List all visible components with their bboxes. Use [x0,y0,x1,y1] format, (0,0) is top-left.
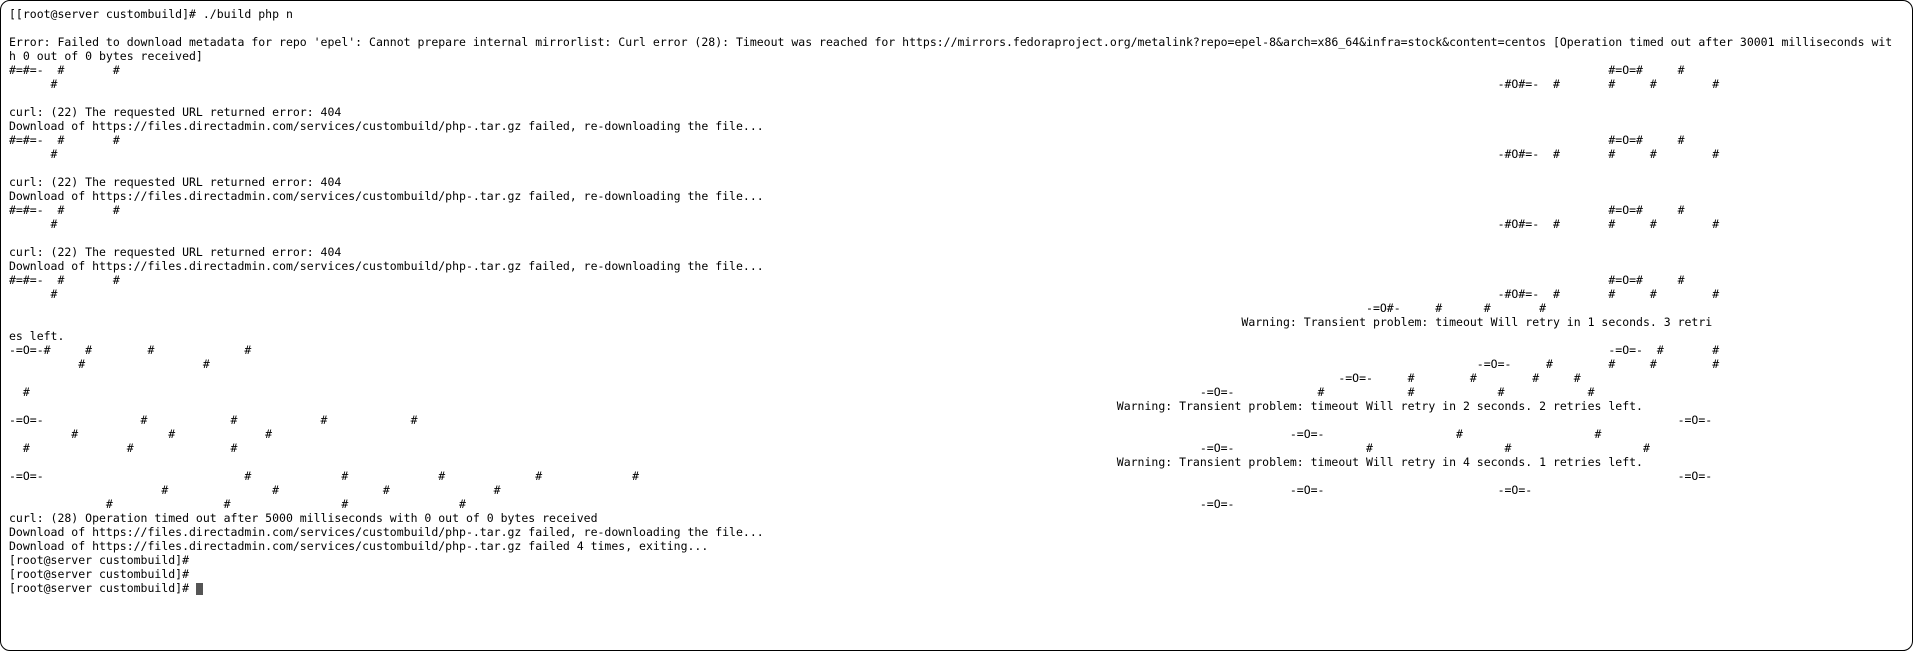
terminal-cursor [196,583,203,595]
terminal-window[interactable]: [[root@server custombuild]# ./build php … [0,0,1913,651]
terminal-output: [[root@server custombuild]# ./build php … [9,7,1892,595]
